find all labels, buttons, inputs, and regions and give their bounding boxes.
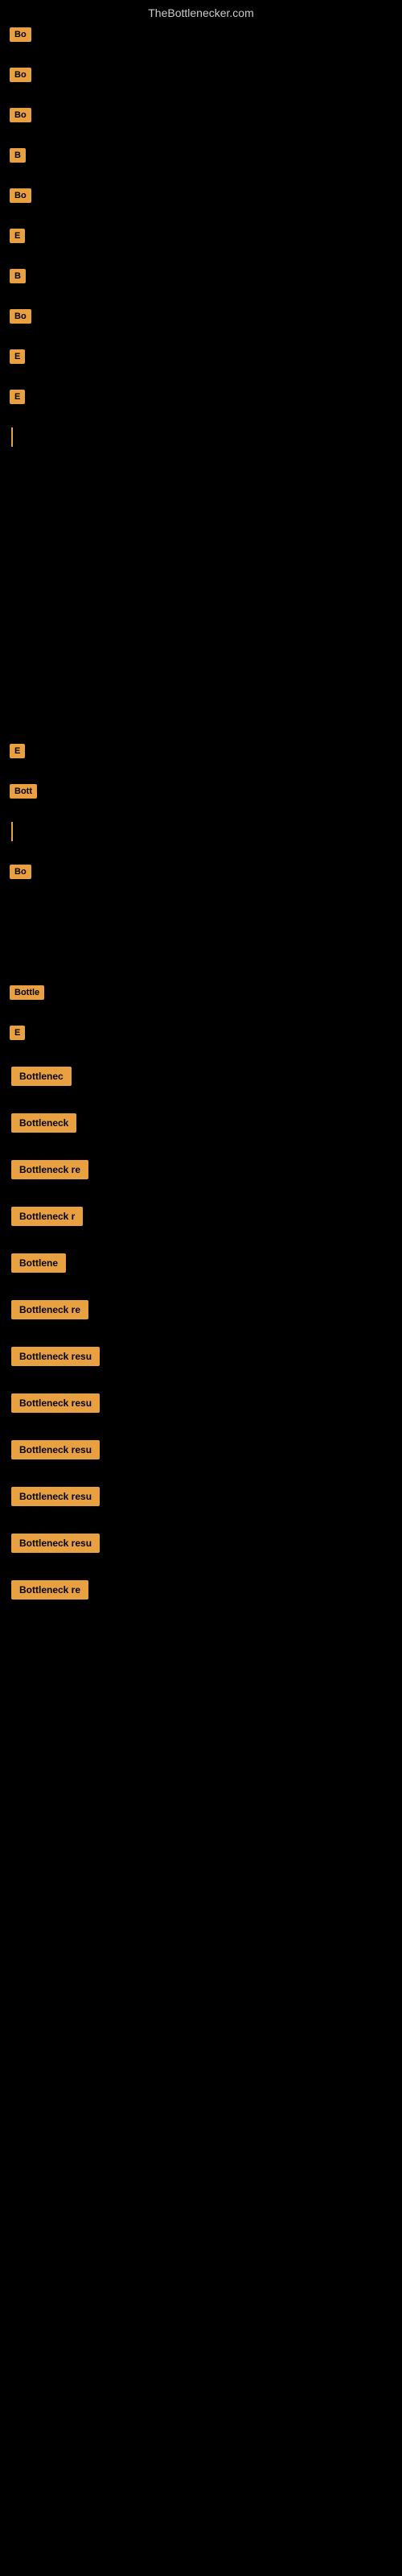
list-item: Bottleneck r xyxy=(6,1201,396,1232)
vertical-line-1 xyxy=(11,427,13,447)
list-item xyxy=(6,819,396,844)
item-btn-16[interactable]: Bottlenec xyxy=(11,1067,72,1086)
item-btn-11[interactable]: E xyxy=(10,744,25,758)
item-btn-14[interactable]: Bottle xyxy=(10,985,44,1000)
list-item: E xyxy=(6,1021,396,1045)
item-btn-21[interactable]: Bottleneck re xyxy=(11,1300,88,1319)
item-btn-4[interactable]: B xyxy=(10,148,26,163)
list-item: Bo xyxy=(6,63,396,87)
list-item: E xyxy=(6,345,396,369)
item-btn-10[interactable]: E xyxy=(10,390,25,404)
list-item: Bo xyxy=(6,184,396,208)
list-item: Bo xyxy=(6,860,396,884)
item-btn-18[interactable]: Bottleneck re xyxy=(11,1160,88,1179)
list-item: Bottleneck re xyxy=(6,1154,396,1185)
list-item: B xyxy=(6,143,396,167)
item-btn-17[interactable]: Bottleneck xyxy=(11,1113,76,1133)
list-item: Bo xyxy=(6,304,396,328)
list-item: Bottleneck re xyxy=(6,1294,396,1325)
list-item xyxy=(6,425,396,449)
bottleneck-result-6[interactable]: Bottleneck re xyxy=(11,1580,88,1600)
list-item: Bottleneck xyxy=(6,1108,396,1138)
bottleneck-result-1[interactable]: Bottleneck resu xyxy=(11,1347,100,1366)
list-item: Bottleneck resu xyxy=(6,1528,396,1558)
item-btn-7[interactable]: B xyxy=(10,269,26,283)
list-item: Bottleneck resu xyxy=(6,1341,396,1372)
item-btn-13[interactable]: Bo xyxy=(10,865,31,879)
list-item: Bottleneck resu xyxy=(6,1481,396,1512)
list-item: E xyxy=(6,739,396,763)
item-btn-20[interactable]: Bottlene xyxy=(11,1253,66,1273)
list-item: Bottle xyxy=(6,980,396,1005)
list-item: Bottleneck resu xyxy=(6,1435,396,1465)
bottleneck-result-5[interactable]: Bottleneck resu xyxy=(11,1534,100,1553)
item-btn-3[interactable]: Bo xyxy=(10,108,31,122)
list-item: Bott xyxy=(6,779,396,803)
list-item: E xyxy=(6,385,396,409)
item-btn-8[interactable]: Bo xyxy=(10,309,31,324)
list-item: Bottleneck resu xyxy=(6,1388,396,1418)
list-item: Bo xyxy=(6,23,396,47)
list-item: Bo xyxy=(6,103,396,127)
bottleneck-result-4[interactable]: Bottleneck resu xyxy=(11,1487,100,1506)
item-btn-15[interactable]: E xyxy=(10,1026,25,1040)
item-btn-6[interactable]: E xyxy=(10,229,25,243)
item-btn-9[interactable]: E xyxy=(10,349,25,364)
list-item: B xyxy=(6,264,396,288)
bottleneck-result-2[interactable]: Bottleneck resu xyxy=(11,1393,100,1413)
vertical-line-2 xyxy=(11,822,13,841)
list-item: Bottlenec xyxy=(6,1061,396,1092)
item-btn-2[interactable]: Bo xyxy=(10,68,31,82)
item-btn-5[interactable]: Bo xyxy=(10,188,31,203)
list-item: E xyxy=(6,224,396,248)
list-item: Bottlene xyxy=(6,1248,396,1278)
item-btn-1[interactable]: Bo xyxy=(10,27,31,42)
list-item: Bottleneck re xyxy=(6,1575,396,1605)
item-btn-19[interactable]: Bottleneck r xyxy=(11,1207,83,1226)
bottleneck-result-3[interactable]: Bottleneck resu xyxy=(11,1440,100,1459)
site-title: TheBottlenecker.com xyxy=(0,0,402,23)
item-btn-12[interactable]: Bott xyxy=(10,784,37,799)
